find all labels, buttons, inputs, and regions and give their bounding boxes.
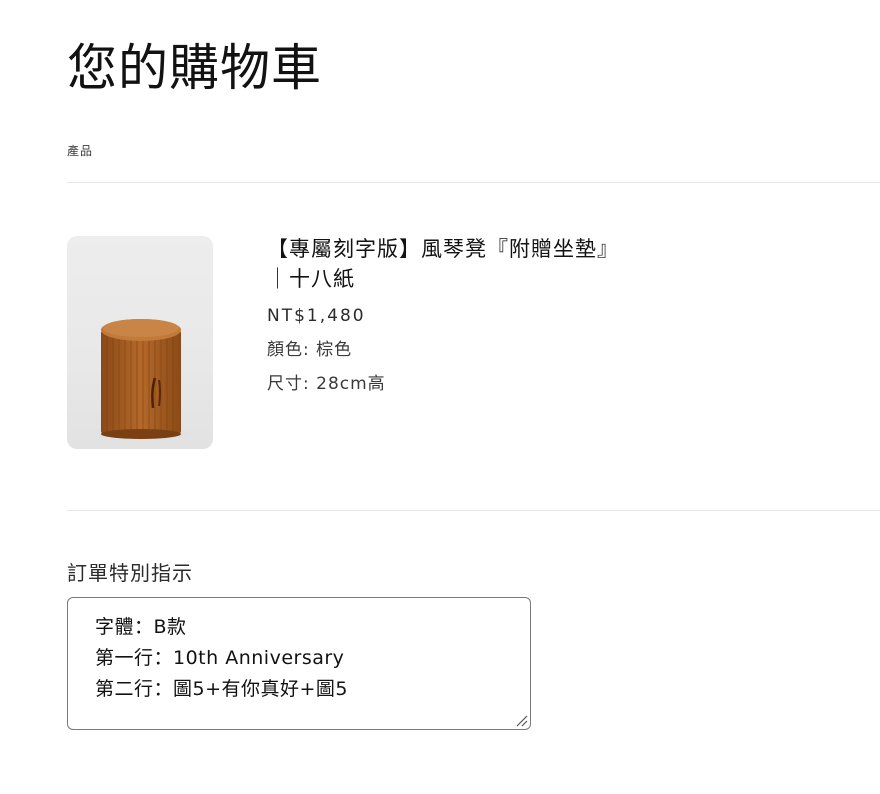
order-note-line: 第一行：10th Anniversary xyxy=(95,647,345,669)
product-option-size: 尺寸: 28cm高 xyxy=(267,374,386,394)
items-divider xyxy=(67,510,880,511)
product-option-color: 顏色: 棕色 xyxy=(267,340,353,360)
resize-handle-icon[interactable] xyxy=(514,713,528,727)
order-note-line: 第二行：圖5+有你真好+圖5 xyxy=(95,678,349,700)
product-name-line1[interactable]: 【專屬刻字版】風琴凳『附贈坐墊』 xyxy=(267,237,619,261)
order-note-label: 訂單特別指示 xyxy=(67,561,193,585)
product-price: NT$1,480 xyxy=(267,306,366,326)
cart-item: 【專屬刻字版】風琴凳『附贈坐墊』 ｜十八紙 NT$1,480 顏色: 棕色 尺寸… xyxy=(267,234,687,396)
product-name-link[interactable]: 【專屬刻字版】風琴凳『附贈坐墊』 ｜十八紙 xyxy=(267,234,687,294)
order-note-line: 字體：B款 xyxy=(95,616,187,638)
header-divider xyxy=(67,182,880,183)
cart-page: 您的購物車 產品 【專屬刻字版】風琴凳『附贈坐墊』 ｜十八紙 NT$1,480 … xyxy=(0,0,880,794)
page-title: 您的購物車 xyxy=(67,39,322,97)
accordion-stool-image xyxy=(91,319,199,441)
product-image[interactable] xyxy=(67,236,213,449)
product-column-header: 產品 xyxy=(67,144,94,158)
product-name-line2[interactable]: ｜十八紙 xyxy=(267,267,355,291)
order-note-textarea[interactable]: 字體：B款 第一行：10th Anniversary 第二行：圖5+有你真好+圖… xyxy=(67,597,531,730)
